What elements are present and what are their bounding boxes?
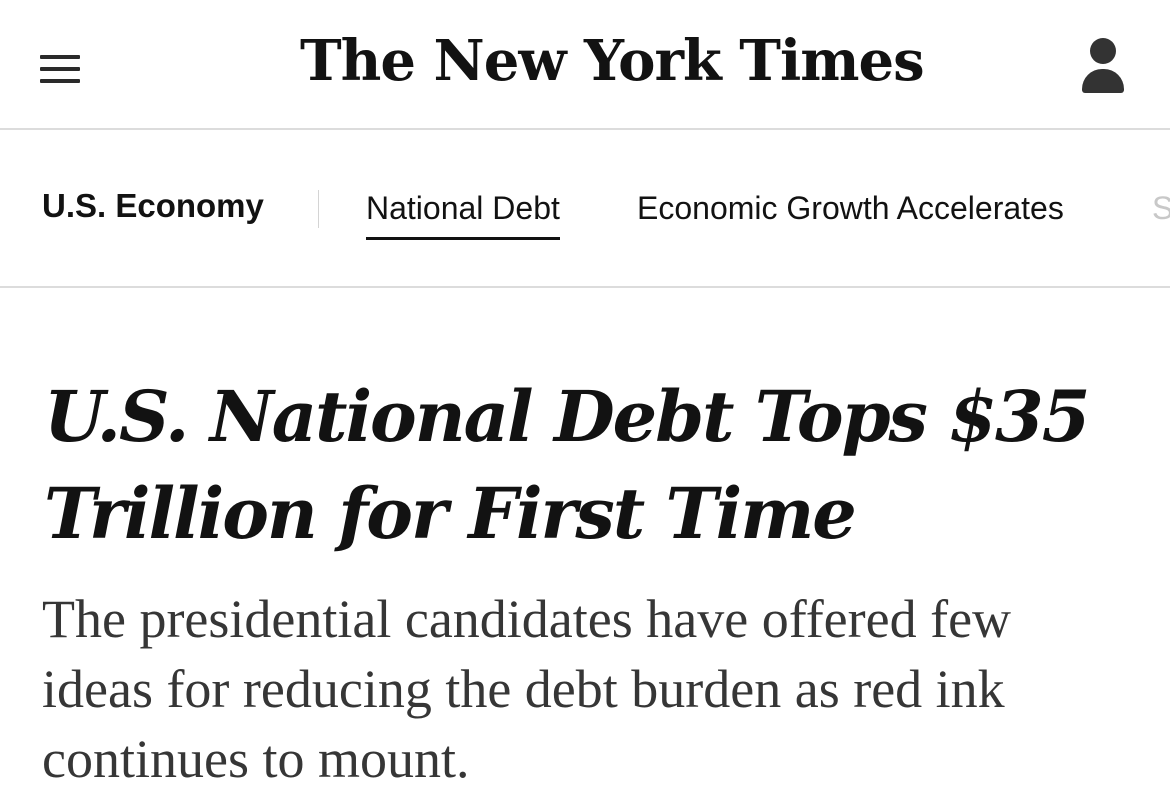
subnav-link-economic-growth[interactable]: Economic Growth Accelerates <box>637 190 1064 227</box>
article-summary: The presidential candidates have offered… <box>42 589 1012 789</box>
nyt-logo[interactable]: The New York Times <box>300 28 925 94</box>
hamburger-menu-icon[interactable] <box>40 55 80 83</box>
user-account-icon[interactable] <box>1080 38 1126 94</box>
subnav-link-national-debt[interactable]: National Debt <box>366 190 560 240</box>
section-subnav: U.S. Economy National Debt Economic Grow… <box>0 130 1170 288</box>
section-label-us-economy[interactable]: U.S. Economy <box>42 187 264 225</box>
subnav-divider <box>318 190 319 228</box>
article-headline: U.S. National Debt Tops $35 Trillion for… <box>44 375 1090 555</box>
subnav-link-truncated[interactable]: S <box>1152 190 1170 227</box>
masthead-bar: The New York Times <box>0 0 1170 130</box>
